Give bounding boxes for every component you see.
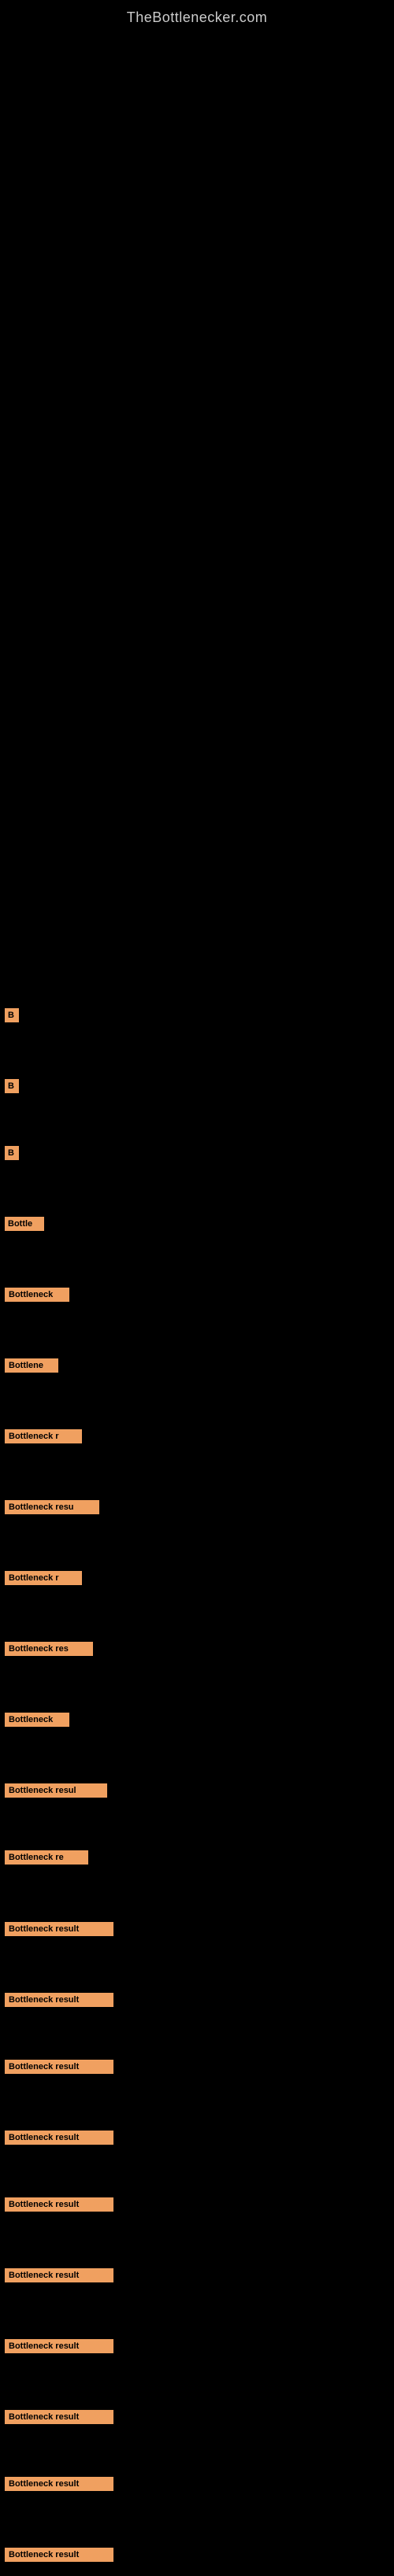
bottleneck-result-label: Bottleneck result: [5, 2339, 113, 2353]
bottleneck-result-label: Bottleneck result: [5, 2131, 113, 2145]
bottleneck-result-label: Bottleneck resu: [5, 1500, 99, 1514]
list-item: Bottleneck: [3, 1713, 69, 1745]
list-item: Bottleneck resu: [3, 1500, 99, 1532]
list-item: Bottleneck result: [3, 2267, 113, 2297]
bottleneck-result-label: B: [5, 1079, 19, 1093]
list-item: Bottleneck res: [3, 1642, 93, 1674]
list-item: Bottleneck result: [3, 2476, 113, 2505]
list-item: Bottlene: [3, 1358, 58, 1391]
list-item: Bottleneck re: [3, 1850, 88, 1883]
list-item: Bottleneck: [3, 1288, 69, 1320]
bottleneck-result-label: Bottleneck result: [5, 2060, 113, 2074]
list-item: Bottleneck result: [3, 2197, 113, 2226]
bottleneck-result-label: Bottleneck r: [5, 1429, 82, 1443]
bottleneck-result-label: Bottleneck: [5, 1288, 69, 1302]
list-item: Bottleneck result: [3, 2547, 113, 2576]
bottleneck-result-label: Bottleneck result: [5, 1993, 113, 2007]
list-item: Bottleneck r: [3, 1571, 82, 1603]
site-title: TheBottlenecker.com: [0, 0, 394, 32]
list-item: B: [3, 1146, 19, 1178]
bottleneck-result-label: Bottleneck result: [5, 2268, 113, 2282]
bottleneck-result-label: Bottleneck re: [5, 1850, 88, 1865]
bottleneck-result-label: Bottleneck result: [5, 2410, 113, 2424]
bottleneck-result-label: Bottleneck result: [5, 2477, 113, 2491]
list-item: Bottleneck result: [3, 2338, 113, 2367]
list-item: Bottleneck resul: [3, 1783, 107, 1816]
list-item: Bottleneck result: [3, 2409, 113, 2438]
bottleneck-result-label: Bottleneck result: [5, 2548, 113, 2562]
bottleneck-result-label: Bottlene: [5, 1358, 58, 1373]
bottleneck-result-label: Bottle: [5, 1217, 44, 1231]
list-item: Bottleneck result: [3, 1992, 113, 2021]
bottleneck-result-label: B: [5, 1146, 19, 1160]
bottleneck-result-label: Bottleneck result: [5, 2197, 113, 2212]
list-item: Bottleneck result: [3, 2130, 113, 2159]
list-item: B: [3, 1008, 19, 1040]
list-item: Bottleneck result: [3, 2059, 113, 2088]
list-item: Bottleneck result: [3, 1921, 113, 1950]
bottleneck-result-label: Bottleneck resul: [5, 1783, 107, 1798]
list-item: Bottle: [3, 1217, 44, 1249]
bottleneck-result-label: Bottleneck: [5, 1713, 69, 1727]
bottleneck-result-label: B: [5, 1008, 19, 1022]
bottleneck-result-label: Bottleneck r: [5, 1571, 82, 1585]
list-item: B: [3, 1079, 19, 1111]
bottleneck-result-label: Bottleneck res: [5, 1642, 93, 1656]
bottleneck-result-label: Bottleneck result: [5, 1922, 113, 1936]
list-item: Bottleneck r: [3, 1429, 82, 1462]
